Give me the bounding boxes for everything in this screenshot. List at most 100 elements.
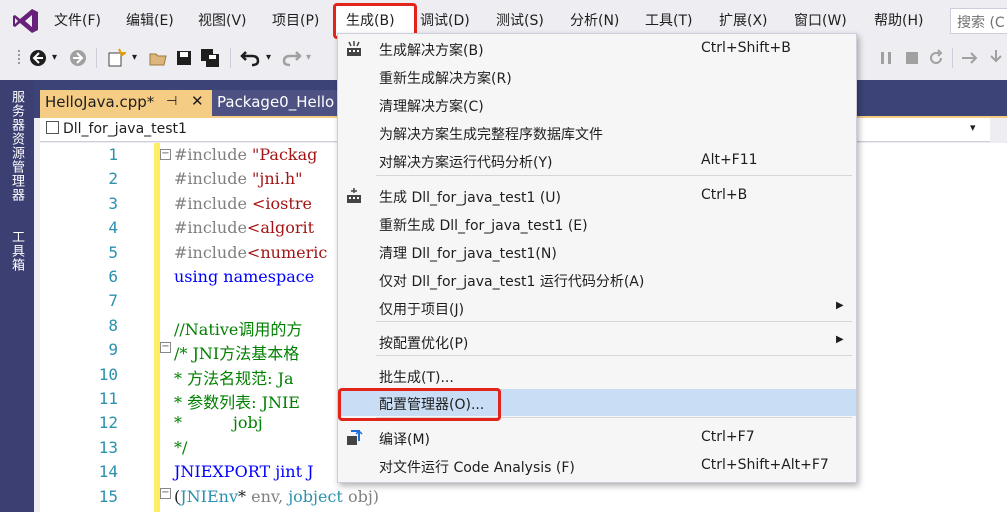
- open-file-icon[interactable]: [148, 48, 168, 68]
- menu-item-shortcut: Ctrl+F7: [701, 429, 755, 445]
- redo-dropdown-icon[interactable]: ▾: [306, 52, 326, 72]
- menu-help[interactable]: 帮助(H): [874, 11, 923, 31]
- menu-window[interactable]: 窗口(W): [794, 11, 847, 31]
- menu-tools[interactable]: 工具(T): [645, 11, 692, 31]
- stop-icon[interactable]: [902, 48, 922, 68]
- toolbox-tab[interactable]: 工具箱: [7, 230, 26, 272]
- menu-build[interactable]: 生成(B): [346, 11, 395, 31]
- menu-separator: [376, 355, 852, 356]
- code-token: * jobj: [174, 413, 263, 433]
- save-all-icon[interactable]: [200, 48, 220, 68]
- search-input[interactable]: 搜索 (C: [950, 8, 1007, 34]
- menu-item-10[interactable]: 按配置优化(P) ▶: [338, 328, 856, 355]
- menu-item-2[interactable]: 清理解决方案(C): [338, 91, 856, 118]
- menu-item-shortcut: Ctrl+Shift+B: [701, 40, 791, 56]
- menu-file[interactable]: 文件(F): [54, 11, 101, 31]
- navigate-forward-icon[interactable]: [68, 48, 88, 68]
- menu-item-7[interactable]: 清理 Dll_for_java_test1(N): [338, 238, 856, 265]
- code-token: #include: [174, 242, 247, 262]
- collapse-toggle-icon[interactable]: −: [160, 342, 171, 353]
- menu-item-8[interactable]: 仅对 Dll_for_java_test1 运行代码分析(A): [338, 266, 856, 293]
- step-arrow-icon[interactable]: [960, 48, 980, 68]
- menu-item-label: 对解决方案运行代码分析(Y): [379, 155, 553, 171]
- change-tracking-bar: [154, 143, 160, 512]
- code-token: * 方法名规范: Ja: [174, 368, 294, 388]
- code-line: /* JNI方法基本格: [174, 340, 299, 364]
- menu-item-label: 清理解决方案(C): [379, 99, 484, 115]
- menu-item-13[interactable]: 编译(M) Ctrl+F7: [338, 424, 856, 451]
- code-token: /* JNI方法基本格: [174, 344, 300, 364]
- step-into-icon[interactable]: [986, 48, 1006, 68]
- code-token: <algorit: [246, 218, 315, 238]
- collapse-toggle-icon[interactable]: −: [160, 149, 171, 160]
- code-token: JNIEnv: [180, 486, 239, 506]
- config-manager-highlight-box: [338, 388, 501, 421]
- collapse-toggle-icon[interactable]: −: [160, 488, 171, 499]
- save-icon[interactable]: [174, 48, 194, 68]
- menu-project[interactable]: 项目(P): [272, 11, 319, 31]
- menu-item-4[interactable]: 对解决方案运行代码分析(Y) Alt+F11: [338, 147, 856, 174]
- menu-item-0[interactable]: 生成解决方案(B) Ctrl+Shift+B: [338, 35, 856, 62]
- menu-item-6[interactable]: 重新生成 Dll_for_java_test1 (E): [338, 210, 856, 237]
- close-tab-icon[interactable]: ✕: [191, 92, 204, 110]
- menu-view[interactable]: 视图(V): [198, 11, 247, 31]
- visual-studio-logo-icon[interactable]: [12, 7, 40, 35]
- line-number: 12: [98, 413, 118, 433]
- line-number: 1: [108, 145, 118, 164]
- menu-item-shortcut: Ctrl+Shift+Alt+F7: [701, 457, 829, 473]
- tab-package0-hello[interactable]: Package0_Hello: [212, 90, 342, 118]
- menu-item-9[interactable]: 仅用于项目(J) ▶: [338, 294, 856, 321]
- code-token: //Native调用的方: [174, 319, 303, 339]
- code-line: using namespace: [174, 267, 314, 286]
- line-number: 3: [108, 193, 118, 213]
- menu-item-14[interactable]: 对文件运行 Code Analysis (F) Ctrl+Shift+Alt+F7: [338, 452, 856, 479]
- menu-item-5[interactable]: 生成 Dll_for_java_test1 (U) Ctrl+B: [338, 182, 856, 209]
- code-token: #include: [174, 193, 253, 213]
- menu-separator: [376, 321, 852, 322]
- menu-item-label: 对文件运行 Code Analysis (F): [379, 460, 575, 476]
- code-token: <iostre: [252, 193, 312, 213]
- menu-item-3[interactable]: 为解决方案生成完整程序数据库文件: [338, 119, 856, 146]
- menu-item-shortcut: Alt+F11: [701, 152, 758, 168]
- navigate-back-icon[interactable]: [28, 48, 48, 68]
- menu-item-1[interactable]: 重新生成解决方案(R): [338, 63, 856, 90]
- menu-item-label: 仅用于项目(J): [379, 302, 465, 318]
- menu-extensions[interactable]: 扩展(X): [719, 11, 768, 31]
- menu-test[interactable]: 测试(S): [496, 11, 544, 31]
- code-token: obj): [347, 486, 380, 506]
- chevron-down-icon[interactable]: ▾: [970, 121, 976, 134]
- code-token: <numeric: [246, 242, 328, 262]
- menu-item-label: 批生成(T)...: [379, 370, 454, 386]
- menu-item-label: 清理 Dll_for_java_test1(N): [379, 246, 557, 262]
- line-number: 14: [98, 462, 118, 482]
- line-number: 2: [108, 169, 118, 189]
- tab-hellojava-cpp[interactable]: HelloJava.cpp* ⊣ ✕: [40, 90, 212, 118]
- server-explorer-tab[interactable]: 服务器资源管理器: [7, 90, 26, 202]
- menu-item-label: 重新生成 Dll_for_java_test1 (E): [379, 218, 588, 234]
- code-line: */: [174, 438, 187, 457]
- project-selector[interactable]: Dll_for_java_test1: [46, 121, 187, 137]
- code-line: JNIEXPORT jint J: [174, 462, 314, 481]
- code-token: jobject: [288, 486, 348, 506]
- menu-item-label: 生成 Dll_for_java_test1 (U): [379, 190, 562, 206]
- menu-item-11[interactable]: 批生成(T)...: [338, 362, 856, 389]
- menu-analyze[interactable]: 分析(N): [570, 11, 619, 31]
- restart-icon[interactable]: [926, 48, 946, 68]
- code-line: #include<algorit: [174, 218, 314, 237]
- code-line: * 参数列表: JNIE: [174, 389, 300, 413]
- line-number: 15: [98, 486, 118, 506]
- undo-icon[interactable]: [240, 48, 260, 68]
- menu-debug[interactable]: 调试(D): [420, 11, 470, 31]
- submenu-arrow-icon: ▶: [836, 300, 844, 311]
- redo-icon[interactable]: [282, 48, 302, 68]
- menu-item-label: 仅对 Dll_for_java_test1 运行代码分析(A): [379, 274, 645, 290]
- line-number: 5: [108, 242, 118, 262]
- search-placeholder: 搜索 (C: [957, 15, 1005, 31]
- line-number: 6: [108, 267, 118, 286]
- menu-item-shortcut: Ctrl+B: [701, 187, 748, 203]
- pause-icon[interactable]: [876, 48, 896, 68]
- pin-tab-icon[interactable]: ⊣: [166, 94, 177, 109]
- menu-edit[interactable]: 编辑(E): [126, 11, 174, 31]
- new-project-icon[interactable]: [106, 48, 126, 68]
- line-number: 10: [98, 364, 118, 384]
